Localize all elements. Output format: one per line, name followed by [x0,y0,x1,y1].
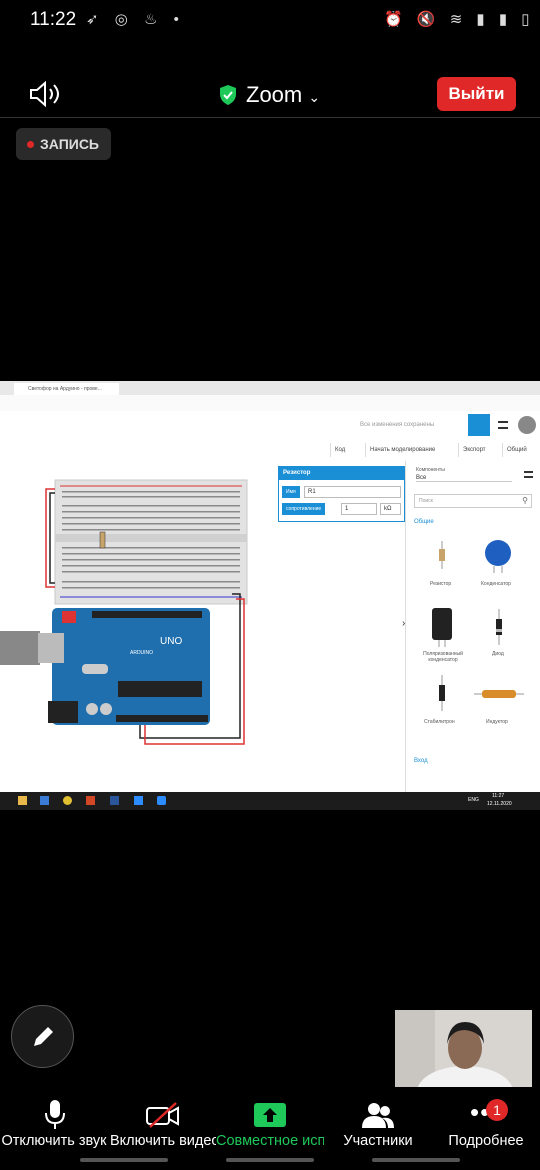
pencil-icon [34,1027,53,1046]
chrome-icon[interactable] [63,796,72,805]
tinkercad-appbar: Все изменения сохранены [0,411,540,440]
annotate-button[interactable] [11,1005,74,1068]
share-screen-button[interactable]: Совместное использование [216,1100,324,1150]
share-button[interactable]: Общий [502,443,531,457]
polarized-capacitor-icon [432,608,452,647]
export-button[interactable]: Экспорт [458,443,490,457]
share-screen-icon [254,1103,286,1127]
participants-icon [362,1103,394,1128]
taskbar-time: 11:27 [492,793,505,799]
zener-diode-icon [439,675,445,711]
search-icon: ⚲ [522,496,528,505]
app-title[interactable]: Zoom ⌄ [246,82,320,108]
component-item-label[interactable]: Конденсатор [481,581,511,587]
shield-icon [220,85,236,105]
speaker-icon[interactable] [28,80,62,108]
svg-text:ARDUINO: ARDUINO [130,650,153,656]
component-item-label[interactable]: Резистор [430,581,451,587]
unit-select[interactable]: kΩ [380,503,401,515]
participants-button[interactable]: Участники [324,1100,432,1150]
section-basic: Общие [414,519,434,525]
browser-tab[interactable]: Светофор на Ардуино - прове... [14,383,119,395]
component-item-label[interactable]: Индуктор [486,719,508,725]
component-item-label[interactable]: Стабилитрон [424,719,455,725]
simulate-button[interactable]: Начать моделирование [365,443,439,457]
name-field[interactable]: R1 [304,486,401,498]
nav-indicator [226,1158,314,1162]
zoom-taskbar-icon[interactable] [157,796,166,805]
component-item-label[interactable]: Поляризованный конденсатор [418,651,468,663]
microphone-icon [45,1100,65,1129]
section-input: Вход [414,758,428,764]
mute-label: Отключить звук [1,1133,107,1149]
saved-status: Все изменения сохранены [360,422,435,428]
recording-label: ЗАПИСЬ [40,136,99,152]
search-input[interactable]: Поиск ⚲ [414,494,532,508]
taskbar-lang: ENG [468,797,479,803]
diode-icon [496,609,502,645]
mute-button[interactable]: Отключить звук [0,1100,108,1150]
component-item-label[interactable]: Диод [492,651,504,657]
search-placeholder: Поиск [419,498,433,504]
status-bar: 11:22 ➶ ◎ ♨ • ⏰ 🔇 ≋ ▮ ▮ ▯ [0,0,540,42]
video-label: Включить видео [110,1133,216,1149]
participant-video [395,1010,532,1087]
components-select[interactable]: Все [416,475,512,482]
windows-taskbar: ENG 11:27 12.11.2020 [0,792,540,810]
chevron-down-icon: ⌄ [308,89,321,105]
tinkercad-toolbar: Код Начать моделирование Экспорт Общий [0,439,540,462]
components-panel: Компоненты Все Поиск ⚲ Общие Резистор Ко… [405,461,540,792]
system-icons: ⏰ 🔇 ≋ ▮ ▮ ▯ [384,11,535,28]
capacitor-icon [485,540,511,573]
self-video-thumbnail[interactable] [395,1010,532,1087]
properties-panel: Резистор Имя R1 сопротивление 1 kΩ [278,466,405,522]
notification-badge: 1 [486,1099,508,1121]
header-divider [0,117,540,118]
resistor-icon [439,541,445,569]
nav-indicator [372,1158,460,1162]
resistance-field[interactable]: 1 [341,503,377,515]
resistance-label: сопротивление [282,503,326,515]
participants-label: Участники [343,1133,413,1149]
components-label: Компоненты [416,467,445,473]
video-button[interactable]: Включить видео [110,1100,216,1150]
more-label: Подробнее [448,1133,524,1149]
svg-text:UNO: UNO [160,636,182,647]
video-off-icon [146,1102,179,1128]
recording-dot-icon [27,141,34,148]
avatar[interactable] [518,416,536,434]
video-app-icon[interactable] [134,796,143,805]
mail-icon[interactable] [40,796,49,805]
taskbar-date: 12.11.2020 [487,801,512,807]
inductor-icon [474,690,524,698]
powerpoint-icon[interactable] [86,796,95,805]
props-title: Резистор [279,467,404,480]
word-icon[interactable] [110,796,119,805]
menu-icon[interactable] [524,471,533,478]
list-view-icon[interactable] [498,421,508,429]
browser-addressbar[interactable] [0,395,540,412]
code-button[interactable]: Код [330,443,349,457]
share-screen-label: Совместное использование [216,1133,324,1149]
name-label: Имя [282,486,300,498]
nav-indicator [80,1158,168,1162]
status-time: 11:22 [30,9,77,30]
recording-badge: ЗАПИСЬ [16,128,111,160]
folder-icon[interactable] [18,796,27,805]
browser-tabbar: Светофор на Ардуино - прове... [0,381,540,395]
app-title-text: Zoom [246,82,303,107]
shared-screen[interactable]: Светофор на Ардуино - прове... Все измен… [0,381,540,810]
panel-collapse-icon[interactable]: › [402,618,405,629]
notification-icons: ➶ ◎ ♨ • [86,11,185,28]
leave-button[interactable]: Выйти [437,77,516,111]
circuit-view-button[interactable] [468,414,490,436]
